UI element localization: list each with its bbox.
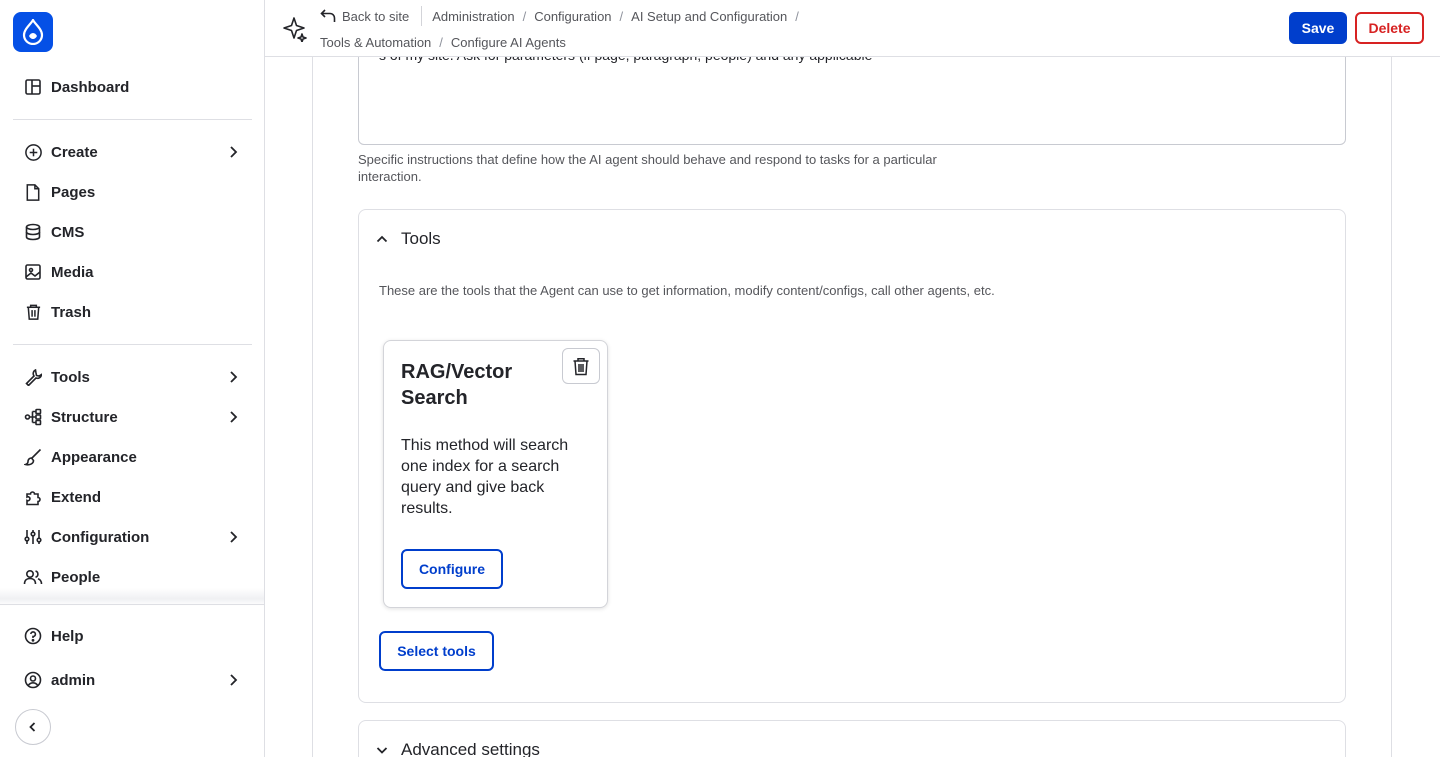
sidebar-item-pages[interactable]: Pages (13, 174, 252, 210)
breadcrumb-divider (421, 6, 423, 26)
sidebar: Dashboard Create Pages CMS Media Trash T… (0, 0, 265, 757)
breadcrumb-item[interactable]: Configuration (534, 9, 611, 24)
sidebar-item-media[interactable]: Media (13, 254, 252, 290)
delete-button[interactable]: Delete (1355, 12, 1424, 44)
sidebar-item-label: Pages (51, 183, 96, 201)
sidebar-item-label: Tools (51, 368, 90, 386)
tools-section-title: Tools (401, 229, 441, 248)
chevron-left-icon (29, 722, 36, 732)
breadcrumb-separator: / (795, 8, 799, 24)
media-icon (23, 262, 43, 282)
user-avatar-icon (23, 670, 43, 690)
trash-icon (573, 357, 589, 375)
sidebar-item-structure[interactable]: Structure (13, 399, 252, 435)
sidebar-item-dashboard[interactable]: Dashboard (13, 69, 252, 105)
sidebar-item-label: People (51, 568, 101, 586)
tools-section-toggle[interactable]: Tools (375, 228, 441, 250)
sidebar-item-label: Media (51, 263, 94, 281)
tool-card-title: RAG/Vector Search (401, 361, 513, 409)
save-button[interactable]: Save (1289, 12, 1347, 44)
sliders-icon (23, 527, 43, 547)
sidebar-item-label: admin (51, 671, 96, 689)
sidebar-item-configuration[interactable]: Configuration (13, 519, 252, 555)
sidebar-item-label: Create (51, 143, 98, 161)
back-to-site-link[interactable]: Back to site (320, 9, 409, 24)
ai-sparkle-icon (283, 17, 307, 42)
sidebar-item-label: Extend (51, 488, 102, 506)
select-tools-button[interactable]: Select tools (379, 631, 494, 671)
sidebar-divider (13, 119, 252, 120)
sidebar-item-extend[interactable]: Extend (13, 479, 252, 515)
instructions-description: Specific instructions that define how th… (358, 152, 937, 184)
sidebar-item-label: Appearance (51, 448, 137, 466)
sidebar-divider (13, 344, 252, 345)
breadcrumb-separator: / (522, 8, 527, 24)
people-icon (23, 567, 43, 587)
remove-tool-button[interactable] (562, 348, 600, 384)
configure-button[interactable]: Configure (401, 549, 503, 589)
breadcrumb: Back to site Administration / Configurat… (320, 6, 807, 26)
chevron-right-icon (230, 411, 238, 423)
breadcrumb-item-current: Configure AI Agents (450, 34, 566, 50)
chevron-right-icon (230, 371, 238, 383)
tools-description: These are the tools that the Agent can u… (379, 283, 995, 298)
breadcrumb-separator: / (439, 34, 443, 50)
tool-card-description: This method will search one index for a … (401, 437, 569, 517)
help-icon (23, 626, 43, 646)
sidebar-item-label: Dashboard (51, 78, 130, 96)
sidebar-item-create[interactable]: Create (13, 134, 252, 170)
structure-icon (23, 407, 43, 427)
breadcrumb-line-2: Tools & Automation / Configure AI Agents (320, 32, 566, 52)
sidebar-item-user[interactable]: admin (13, 662, 252, 698)
advanced-settings-section: Advanced settings (358, 720, 1346, 757)
chevron-right-icon (230, 146, 238, 158)
breadcrumb-item[interactable]: AI Setup and Configuration (631, 9, 787, 24)
back-arrow-icon (320, 9, 336, 22)
breadcrumb-separator: / (619, 8, 624, 24)
chevron-down-icon (376, 747, 388, 754)
sidebar-item-label: CMS (51, 223, 85, 241)
sidebar-item-help[interactable]: Help (13, 618, 252, 654)
sidebar-item-cms[interactable]: CMS (13, 214, 252, 250)
tool-card: RAG/Vector Search This method will searc… (383, 340, 608, 608)
breadcrumb-item[interactable]: Administration (432, 9, 514, 24)
sidebar-item-trash[interactable]: Trash (13, 294, 252, 330)
collapse-sidebar-button[interactable] (15, 709, 51, 745)
sidebar-item-tools[interactable]: Tools (13, 359, 252, 395)
chevron-up-icon (376, 235, 388, 243)
advanced-settings-toggle[interactable]: Advanced settings (375, 739, 540, 757)
breadcrumb-item[interactable]: Tools & Automation (320, 35, 431, 50)
top-toolbar: Back to site Administration / Configurat… (265, 0, 1440, 57)
sidebar-item-label: Help (51, 627, 84, 645)
database-icon (23, 222, 43, 242)
sidebar-item-appearance[interactable]: Appearance (13, 439, 252, 475)
chevron-right-icon (230, 531, 238, 543)
brush-icon (23, 447, 43, 467)
drupal-logo[interactable] (13, 12, 53, 52)
tools-section: Tools These are the tools that the Agent… (358, 209, 1346, 703)
dashboard-icon (23, 77, 43, 97)
sidebar-item-label: Trash (51, 303, 92, 321)
puzzle-icon (23, 487, 43, 507)
sidebar-divider (0, 604, 264, 605)
trash-icon (23, 302, 43, 322)
advanced-settings-title: Advanced settings (401, 740, 540, 757)
sidebar-item-label: Configuration (51, 528, 150, 546)
plus-circle-icon (23, 142, 43, 162)
page-icon (23, 182, 43, 202)
chevron-right-icon (230, 674, 238, 686)
wrench-icon (23, 367, 43, 387)
sidebar-item-label: Structure (51, 408, 118, 426)
drupal-drop-icon (22, 19, 44, 45)
